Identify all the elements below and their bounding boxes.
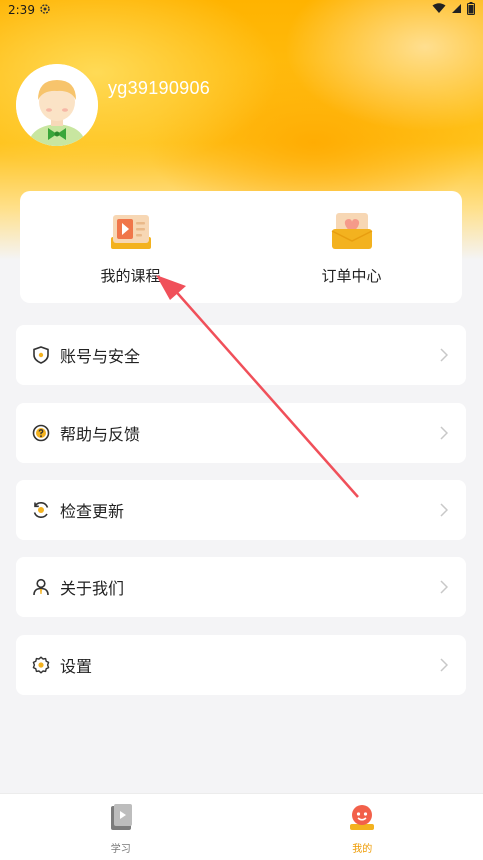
quick-actions-card: 我的课程 订单中心 bbox=[20, 191, 462, 303]
status-bar: 2:39 bbox=[0, 0, 483, 20]
menu-item-account-security[interactable]: 账号与安全 bbox=[16, 325, 466, 385]
tab-study[interactable]: 学习 bbox=[0, 794, 242, 860]
menu-item-help-feedback[interactable]: 帮助与反馈 bbox=[16, 403, 466, 463]
chevron-right-icon bbox=[440, 657, 448, 676]
person-icon bbox=[32, 578, 50, 596]
status-time: 2:39 bbox=[8, 3, 35, 17]
mine-face-icon bbox=[347, 802, 377, 836]
menu-item-settings[interactable]: 设置 bbox=[16, 635, 466, 695]
menu-item-check-update[interactable]: 检查更新 bbox=[16, 480, 466, 540]
my-courses-label: 我的课程 bbox=[100, 265, 160, 286]
tab-mine-label: 我的 bbox=[352, 840, 372, 855]
chevron-right-icon bbox=[440, 579, 448, 598]
course-video-icon bbox=[109, 211, 153, 255]
tab-study-label: 学习 bbox=[111, 840, 131, 855]
bottom-tab-bar: 学习 我的 bbox=[0, 793, 483, 860]
help-question-icon bbox=[32, 424, 50, 442]
menu-label-settings: 设置 bbox=[60, 653, 92, 677]
order-center-button[interactable]: 订单中心 bbox=[241, 191, 462, 303]
tab-mine[interactable]: 我的 bbox=[242, 794, 483, 860]
signal-icon bbox=[451, 3, 462, 17]
study-book-icon bbox=[106, 802, 136, 836]
gear-icon bbox=[32, 656, 50, 674]
settings-status-icon bbox=[39, 3, 51, 18]
my-courses-button[interactable]: 我的课程 bbox=[20, 191, 241, 303]
chevron-right-icon bbox=[440, 347, 448, 366]
wifi-icon bbox=[432, 3, 446, 17]
shield-icon bbox=[32, 346, 50, 364]
order-envelope-icon bbox=[330, 211, 374, 255]
chevron-right-icon bbox=[440, 425, 448, 444]
chevron-right-icon bbox=[440, 502, 448, 521]
username: yg39190906 bbox=[108, 78, 210, 99]
avatar[interactable] bbox=[16, 64, 98, 146]
order-center-label: 订单中心 bbox=[321, 265, 381, 286]
menu-label-check-update: 检查更新 bbox=[60, 498, 124, 522]
menu-label-about-us: 关于我们 bbox=[60, 575, 124, 599]
battery-icon bbox=[467, 2, 475, 18]
menu-label-account-security: 账号与安全 bbox=[60, 343, 140, 367]
menu-item-about-us[interactable]: 关于我们 bbox=[16, 557, 466, 617]
menu-label-help-feedback: 帮助与反馈 bbox=[60, 421, 140, 445]
refresh-update-icon bbox=[32, 501, 50, 519]
